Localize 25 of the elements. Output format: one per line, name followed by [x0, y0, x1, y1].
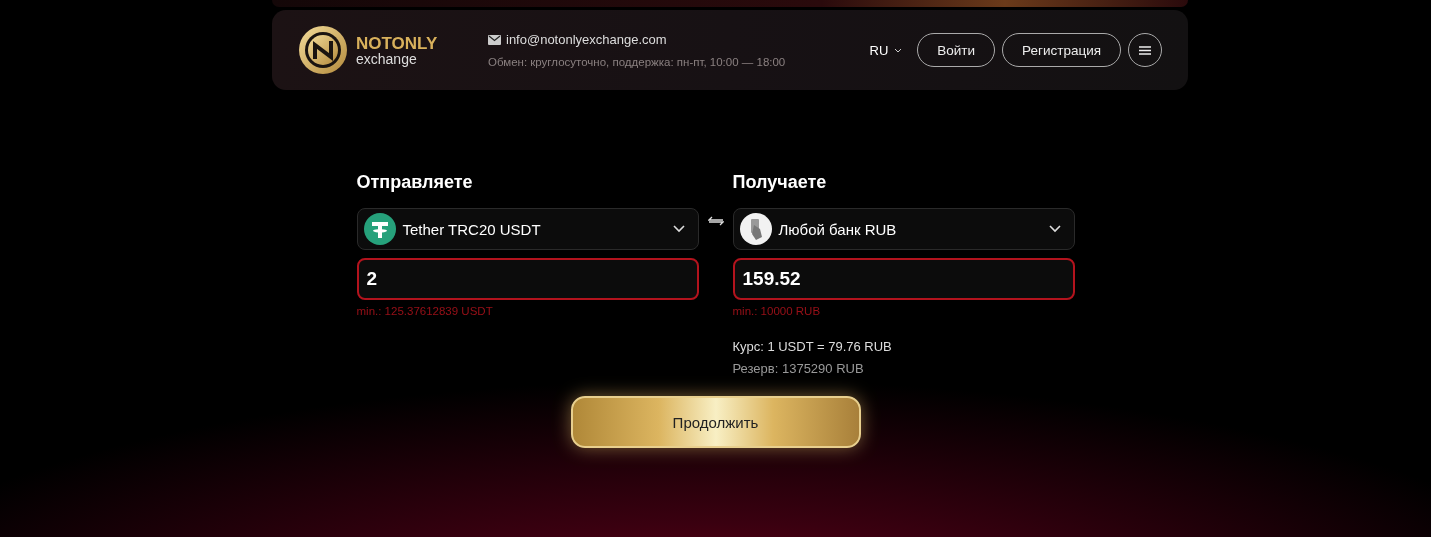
menu-icon: [1139, 45, 1151, 55]
min-amount-hint: min.: 10000 RUB: [732, 305, 822, 317]
logo-subtitle: exchange: [356, 51, 418, 66]
mail-icon: [488, 34, 501, 45]
hand-card-icon: [739, 213, 772, 245]
amount-field[interactable]: 2: [356, 258, 699, 300]
chevron-down-icon: [894, 47, 903, 53]
swap-arrows-icon[interactable]: [707, 216, 724, 226]
amount-field[interactable]: 159.52: [732, 258, 1075, 300]
section-label: Получаете: [732, 172, 828, 194]
currency-select[interactable]: Tether TRC20 USDT: [356, 208, 699, 250]
currency-select[interactable]: Любой банк RUB: [732, 208, 1075, 250]
working-hours: Обмен: круглосуточно, поддержка: пн-пт, 10:00 — 18:00: [488, 56, 787, 68]
language-select[interactable]: RU: [869, 42, 903, 58]
section-label: Отправляете: [356, 172, 474, 194]
logo-name: NOTONLY: [356, 34, 438, 52]
logo-icon: [298, 25, 348, 75]
contact-email[interactable]: info@notonlyexchange.com: [506, 32, 667, 47]
continue-button[interactable]: Продолжить: [570, 396, 861, 448]
chevron-down-icon: [672, 225, 685, 233]
tether-icon: [363, 213, 396, 245]
reserve-amount: Резерв: 1375290 RUB: [732, 361, 865, 376]
min-amount-hint: min.: 125.37612839 USDT: [356, 305, 494, 317]
exchange-rate: Курс: 1 USDT = 79.76 RUB: [732, 339, 893, 354]
chevron-down-icon: [1048, 225, 1061, 233]
